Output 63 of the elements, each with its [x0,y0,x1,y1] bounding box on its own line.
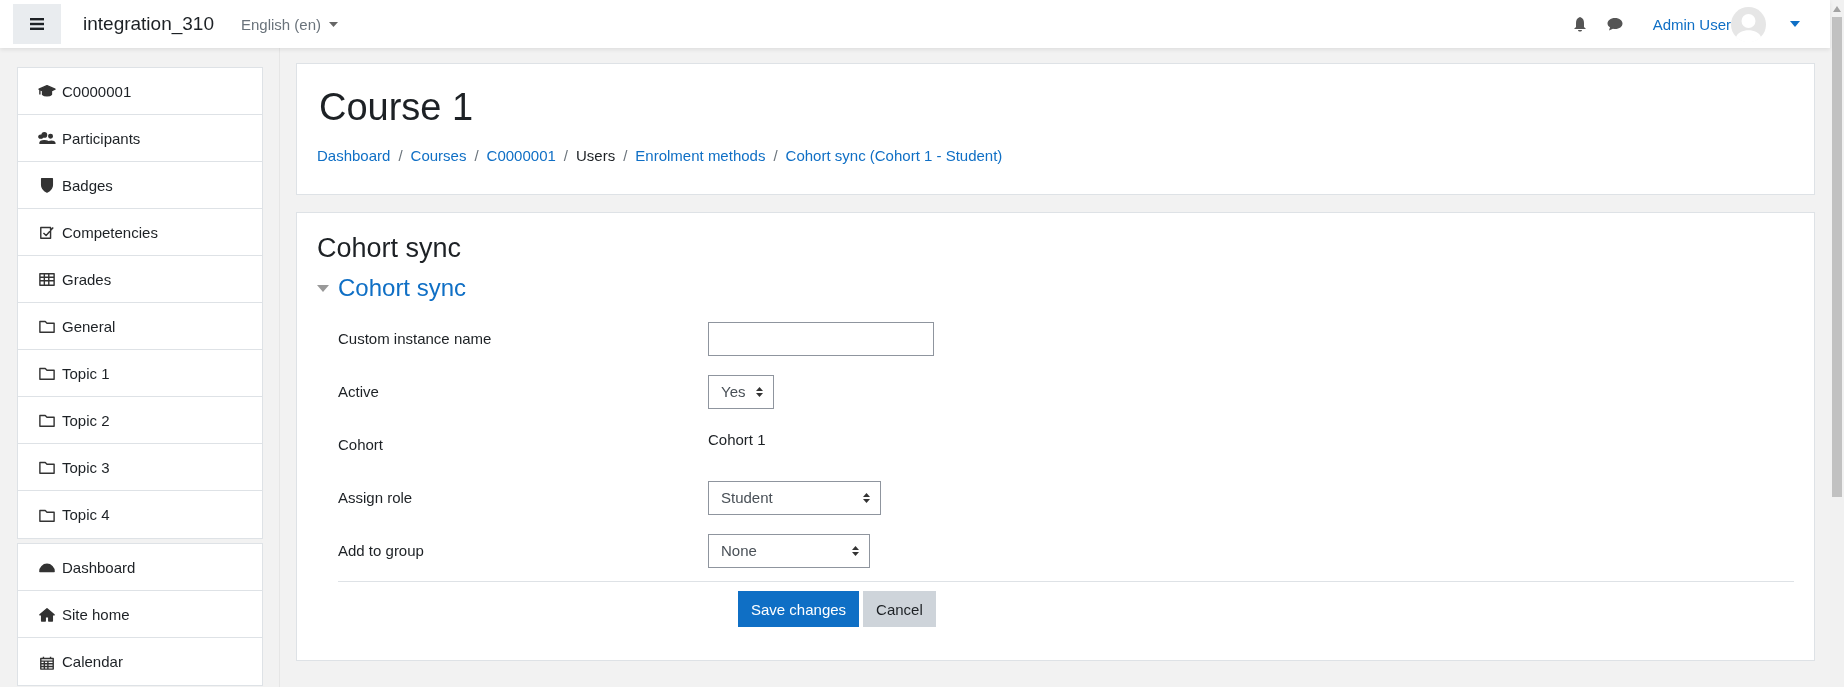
field-label: Active [338,383,380,400]
form-heading: Cohort sync [317,233,463,264]
folder-icon [38,365,56,381]
graduation-cap-icon [38,83,56,99]
breadcrumb-link[interactable]: Enrolment methods [635,147,766,164]
sidebar-item[interactable]: C0000001 [18,68,262,115]
chat-bubble-icon[interactable] [1606,17,1623,31]
sidebar-item[interactable]: Badges [18,162,262,209]
section-toggle[interactable]: Cohort sync [317,274,1794,302]
breadcrumb-separator: / [563,147,568,164]
field-label: Assign role [338,489,414,506]
table-icon [38,271,56,287]
sidebar-item[interactable]: Site home [18,591,262,638]
folder-icon [38,318,56,334]
sidebar-item[interactable]: Topic 2 [18,397,262,444]
sidebar-item[interactable]: Topic 1 [18,350,262,397]
users-icon [38,130,56,146]
select-dropdown[interactable]: Student [708,480,881,515]
language-menu[interactable]: English (en) [241,15,339,33]
breadcrumb-link[interactable]: Dashboard [317,147,391,164]
up-down-arrows-icon [756,386,763,397]
user-name-link[interactable]: Admin User [1652,15,1731,33]
breadcrumb-separator: / [623,147,628,164]
bell-icon[interactable] [1572,16,1587,32]
breadcrumb-link[interactable]: C0000001 [486,147,556,164]
caret-icon[interactable] [1790,21,1800,27]
breadcrumb-separator: / [398,147,403,164]
up-down-arrows-icon [852,545,859,556]
field-label: Add to group [338,542,425,559]
scroll-up-arrow-icon[interactable] [1833,6,1841,12]
home-icon [38,606,56,622]
select-dropdown[interactable]: None [708,533,870,568]
checkbox-icon [38,224,56,240]
breadcrumb-separator: / [474,147,479,164]
sidebar-item[interactable]: Topic 3 [18,444,262,491]
caret-icon [329,21,339,27]
text-input[interactable] [708,321,934,356]
sidebar-item[interactable]: Dashboard [18,544,262,591]
sidebar-item[interactable]: Competencies [18,209,262,256]
breadcrumb-separator: / [773,147,778,164]
static-value: Cohort 1 [708,430,766,448]
shield-icon [38,177,56,193]
sidebar-item[interactable]: General [18,303,262,350]
breadcrumb-text: Users [576,147,616,164]
select-dropdown[interactable]: Yes [708,374,774,409]
site-name-link[interactable]: integration_310 [83,13,214,35]
cancel-button[interactable]: Cancel [863,591,936,627]
menu-button[interactable] [13,4,61,44]
page-title: Course 1 [319,86,475,129]
folder-icon [38,412,56,428]
sidebar-item[interactable]: Participants [18,115,262,162]
menu-icon [30,18,44,30]
field-label: Custom instance name [338,330,493,347]
up-down-arrows-icon [863,492,870,503]
save-button[interactable]: Save changes [738,591,860,627]
breadcrumb-link[interactable]: Courses [410,147,467,164]
breadcrumb-link[interactable]: Cohort sync (Cohort 1 - Student) [785,147,1003,164]
field-label: Cohort [338,436,385,453]
sidebar-item[interactable]: Topic 4 [18,491,262,538]
folder-icon [38,459,56,475]
sidebar-item[interactable]: Calendar [18,638,262,685]
sidebar-item[interactable]: Grades [18,256,262,303]
scrollbar-thumb[interactable] [1832,17,1842,497]
